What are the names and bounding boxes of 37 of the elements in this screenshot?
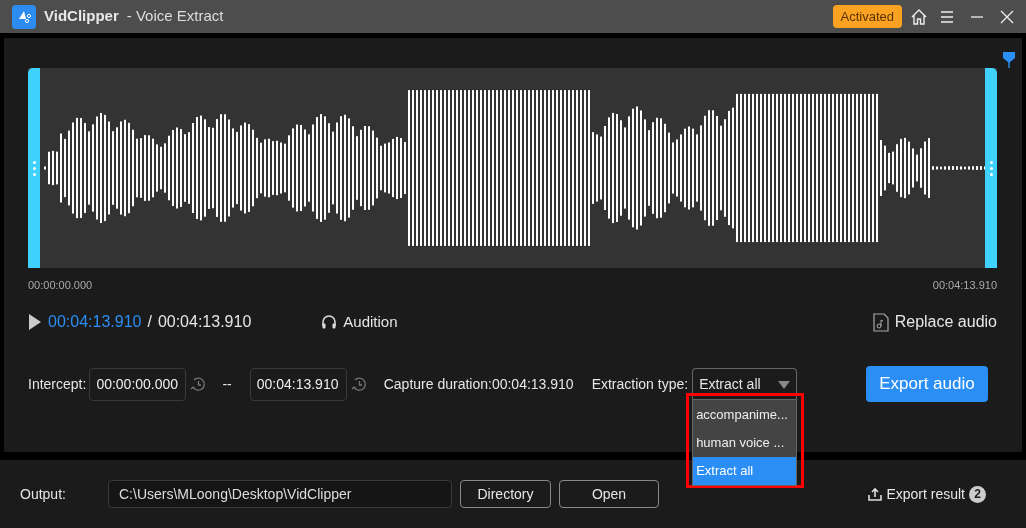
export-result-button[interactable]: Export result 2 — [868, 483, 986, 505]
window-title: - Voice Extract — [126, 6, 224, 27]
open-button[interactable]: Open — [559, 480, 659, 508]
intercept-label: Intercept: — [28, 374, 87, 394]
activated-badge[interactable]: Activated — [832, 4, 902, 29]
current-time: 00:04:13.910 — [48, 312, 142, 332]
output-label: Output: — [20, 484, 67, 504]
total-time: 00:04:13.910 — [157, 312, 252, 332]
right-trim-handle[interactable] — [985, 68, 997, 268]
headphones-icon — [321, 314, 338, 330]
end-time-field[interactable]: 00:04:13.910 — [249, 367, 347, 401]
output-path-field[interactable]: C:\Users\MLoong\Desktop\VidClipper — [108, 480, 452, 508]
app-name: VidClipper — [44, 6, 119, 27]
time-separator: / — [147, 312, 152, 332]
upload-icon — [868, 487, 883, 501]
directory-button[interactable]: Directory — [460, 480, 551, 508]
replace-audio-button[interactable]: Replace audio — [872, 310, 997, 334]
range-dash: -- — [222, 374, 232, 394]
audition-button[interactable]: Audition — [321, 310, 398, 334]
extraction-type-dropdown[interactable]: Extract all — [692, 368, 798, 400]
home-icon[interactable] — [910, 7, 928, 26]
left-trim-handle[interactable] — [28, 68, 40, 268]
play-icon[interactable] — [28, 313, 42, 331]
end-time-label: 00:04:13.910 — [932, 278, 997, 293]
reset-time-icon[interactable] — [190, 375, 208, 393]
start-time-label: 00:00:00.000 — [28, 278, 93, 293]
caret-icon — [778, 380, 791, 389]
count-badge: 2 — [969, 485, 986, 503]
start-time-field[interactable]: 00:00:00.000 — [89, 367, 187, 401]
capture-duration: Capture duration:00:04:13.910 — [383, 374, 574, 394]
close-icon[interactable] — [1000, 9, 1014, 24]
extraction-type-label: Extraction type: — [591, 374, 689, 394]
app-logo-icon — [12, 4, 36, 29]
reset-time-icon[interactable] — [350, 375, 368, 393]
playhead-marker-icon[interactable] — [1003, 52, 1015, 68]
menu-icon[interactable] — [940, 9, 954, 24]
music-file-icon — [872, 312, 889, 332]
